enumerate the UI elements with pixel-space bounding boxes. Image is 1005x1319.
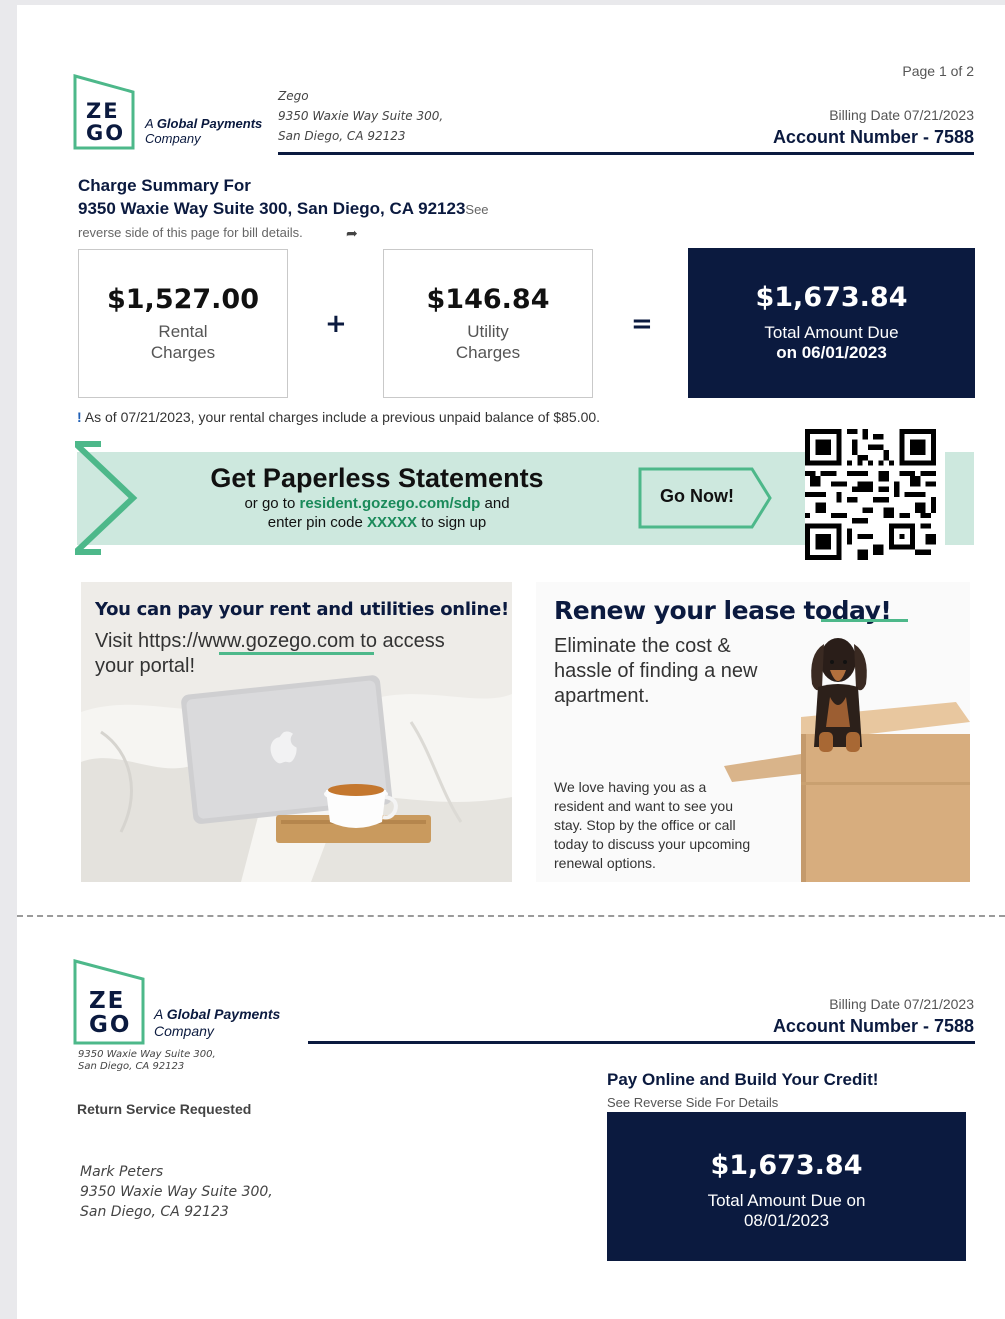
statement-page: Page 1 of 2 ZE GO A Global Payments Comp… — [17, 5, 1005, 1319]
share-arrow-icon: ➦ — [346, 225, 358, 241]
title-underline — [821, 619, 908, 622]
link-underline — [219, 652, 374, 655]
recipient-address: Mark Peters 9350 Waxie Way Suite 300, Sa… — [80, 1164, 273, 1220]
rental-label-2: Charges — [150, 343, 216, 362]
rental-charges-box: $1,527.00 Rental Charges — [78, 249, 288, 398]
paperless-title: Get Paperless Statements — [210, 463, 544, 493]
rental-amount: $1,527.00 — [106, 284, 260, 315]
logo-text-go: GO — [86, 121, 126, 145]
stub-total-label-2: 08/01/2023 — [743, 1211, 830, 1230]
stub-header-rule — [308, 1041, 975, 1044]
stub-total-label-1: Total Amount Due on — [707, 1191, 866, 1210]
company-address: Zego 9350 Waxie Way Suite 300, San Diego… — [278, 89, 444, 143]
stub-sender-address: 9350 Waxie Way Suite 300, San Diego, CA … — [78, 1049, 216, 1072]
reverse-note: reverse side of this page for bill detai… — [78, 225, 303, 240]
total-label-2: on 06/01/2023 — [776, 343, 887, 362]
chevron-right-icon — [75, 441, 138, 555]
summary-address: 9350 Waxie Way Suite 300, San Diego, CA … — [78, 199, 489, 218]
return-service: Return Service Requested — [77, 1101, 252, 1117]
laptop-bed-illustration — [81, 582, 512, 882]
stub-account-number: Account Number - 7588 — [772, 1016, 974, 1036]
plus-sign: + — [325, 309, 347, 339]
rental-label-1: Rental — [158, 322, 208, 341]
renew-lease-headline: Eliminate the cost & hassle of finding a… — [554, 635, 758, 707]
renew-lease-body: We love having you as a resident and wan… — [554, 779, 751, 871]
paperless-banner-end — [945, 452, 974, 545]
zego-logo: ZE GO — [73, 74, 135, 150]
stub-logo-text-go: GO — [89, 1012, 132, 1038]
utility-amount: $146.84 — [426, 284, 550, 315]
utility-label-2: Charges — [455, 343, 521, 362]
equals-sign: = — [631, 309, 653, 339]
stub-logo-text-ze: ZE — [89, 988, 126, 1014]
stub-total-due-box: $1,673.84 Total Amount Due on 08/01/2023 — [607, 1112, 966, 1261]
total-label-1: Total Amount Due — [764, 323, 899, 342]
paperless-line1: or go to resident.gozego.com/sdp and — [244, 495, 510, 512]
global-payments-tagline: A Global Payments Company — [145, 116, 263, 146]
pay-online-title: You can pay your rent and utilities onli… — [95, 599, 509, 620]
pay-online-promo: You can pay your rent and utilities onli… — [81, 582, 512, 882]
logo-text-ze: ZE — [86, 99, 120, 123]
page-indicator: Page 1 of 2 — [902, 63, 974, 79]
billing-date: Billing Date 07/21/2023 — [829, 107, 974, 123]
stub-total-amount: $1,673.84 — [710, 1150, 863, 1181]
qr-code-icon[interactable] — [805, 429, 936, 560]
pay-online-subheading: See Reverse Side For Details — [607, 1095, 779, 1110]
paperless-line2: enter pin code XXXXX to sign up — [267, 514, 487, 531]
stub-zego-logo: ZE GO — [73, 959, 145, 1045]
total-due-box: $1,673.84 Total Amount Due on 06/01/2023 — [688, 248, 975, 398]
summary-title: Charge Summary For — [78, 176, 251, 195]
notice-icon: ! — [77, 409, 82, 425]
utility-label-1: Utility — [467, 322, 509, 341]
tear-line — [17, 915, 1005, 917]
unpaid-balance-notice: ! As of 07/21/2023, your rental charges … — [77, 409, 601, 425]
stub-billing-date: Billing Date 07/21/2023 — [829, 996, 974, 1012]
go-now-button[interactable]: Go Now! — [638, 467, 774, 529]
total-amount: $1,673.84 — [755, 282, 908, 313]
utility-charges-box: $146.84 Utility Charges — [383, 249, 593, 398]
account-number: Account Number - 7588 — [772, 127, 974, 147]
header-rule — [278, 152, 974, 155]
stub-global-payments-tagline: A Global Payments Company — [154, 1006, 281, 1039]
renew-lease-promo: Renew your lease today! Eliminate the co… — [536, 582, 970, 882]
go-now-label: Go Now! — [660, 486, 734, 506]
pay-online-heading: Pay Online and Build Your Credit! — [607, 1070, 879, 1089]
paperless-link[interactable]: resident.gozego.com/sdp — [299, 495, 480, 512]
